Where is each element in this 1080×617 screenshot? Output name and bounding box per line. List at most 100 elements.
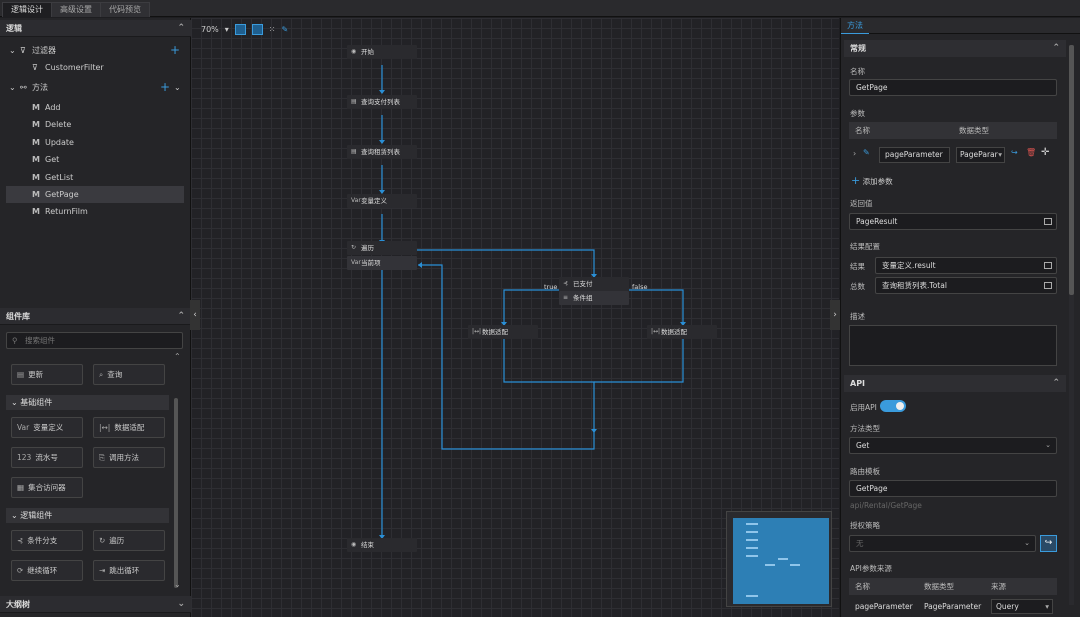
- route-input[interactable]: GetPage: [849, 480, 1057, 497]
- node-label: 开始: [361, 48, 374, 56]
- chevron-down-icon: ⌄: [1024, 539, 1030, 547]
- logic-section-title: 逻辑: [6, 24, 22, 33]
- logic-section-header[interactable]: 逻辑 ⌃: [0, 20, 191, 37]
- delete-icon[interactable]: 🗑: [1026, 148, 1036, 157]
- chevron-up-icon[interactable]: ⌃: [1052, 40, 1060, 57]
- chevron-up-icon[interactable]: ⌃: [1052, 375, 1060, 392]
- node-label: 数据适配: [661, 328, 687, 336]
- name-input[interactable]: GetPage: [849, 79, 1057, 96]
- minimap[interactable]: [726, 511, 832, 607]
- component-search-input[interactable]: ⚲ 搜索组件: [6, 332, 183, 349]
- tab-method[interactable]: 方法: [841, 18, 869, 34]
- tree-method[interactable]: ⌄ ⚯ 方法 + ⌄: [0, 79, 191, 96]
- chevron-down-icon[interactable]: ⌄: [177, 596, 185, 613]
- desc-textarea[interactable]: [849, 325, 1057, 366]
- tab-advanced-settings[interactable]: 高级设置: [51, 2, 101, 17]
- node-var-define[interactable]: Var 变量定义: [347, 194, 417, 208]
- node-label: 遍历: [361, 244, 374, 252]
- method-m-icon: M: [32, 137, 40, 147]
- basic-group-header[interactable]: ⌄ 基础组件: [6, 395, 169, 410]
- auth-select[interactable]: 无 ⌄: [849, 535, 1036, 552]
- method-type-select[interactable]: Get ⌄: [849, 437, 1057, 454]
- chevron-up-icon[interactable]: ⌃: [177, 20, 185, 37]
- chevron-up-icon[interactable]: ⌃: [174, 352, 181, 361]
- api-source-select[interactable]: Query ▾: [991, 599, 1053, 614]
- tab-logic-design[interactable]: 逻辑设计: [2, 2, 52, 17]
- collapse-left-button[interactable]: ‹: [190, 300, 200, 330]
- scrollbar-thumb[interactable]: [1069, 45, 1074, 295]
- node-condition-group[interactable]: ≡ 条件组: [559, 291, 629, 305]
- move-icon[interactable]: ✛: [1041, 147, 1049, 158]
- total-input[interactable]: 查询租赁列表.Total: [875, 277, 1057, 294]
- chevron-down-icon[interactable]: ⌄: [174, 580, 181, 589]
- add-param-button[interactable]: + 添加参数: [851, 174, 893, 187]
- chevron-down-icon[interactable]: ⌄: [11, 511, 20, 520]
- node-current-item[interactable]: Var 当前项: [347, 256, 417, 270]
- component-var-define[interactable]: Var 变量定义: [11, 417, 83, 438]
- method-item-get[interactable]: M Get: [6, 151, 184, 168]
- auth-link-button[interactable]: ↪: [1040, 535, 1057, 552]
- method-item-getlist[interactable]: M GetList: [6, 169, 184, 186]
- node-query-rentals[interactable]: ▤ 查询租赁列表: [347, 145, 417, 159]
- outline-section-header[interactable]: 大纲树 ⌄: [0, 596, 191, 613]
- component-continue[interactable]: ⟳ 继续循环: [11, 560, 83, 581]
- param-name-input[interactable]: pageParameter: [879, 147, 950, 163]
- var-icon: Var: [351, 197, 361, 204]
- component-call-method[interactable]: ⎘ 调用方法: [93, 447, 165, 468]
- components-section-header[interactable]: 组件库 ⌃: [0, 308, 191, 325]
- logic-group-header[interactable]: ⌄ 逻辑组件: [6, 508, 169, 523]
- add-method-icon[interactable]: +: [160, 79, 170, 96]
- component-collection[interactable]: ▦ 集合访问器: [11, 477, 83, 498]
- chevron-up-icon[interactable]: ⌃: [177, 308, 185, 325]
- edit-icon[interactable]: ✎: [863, 148, 870, 157]
- picker-icon[interactable]: [1044, 262, 1052, 269]
- desc-label: 描述: [850, 312, 865, 321]
- break-icon: ⇥: [99, 566, 106, 575]
- node-data-adapt-false[interactable]: |↔| 数据适配: [647, 325, 717, 339]
- result-input[interactable]: 变量定义.result: [875, 257, 1057, 274]
- general-section-header[interactable]: 常规 ⌃: [844, 40, 1066, 57]
- component-data-adapt[interactable]: |↔| 数据适配: [93, 417, 165, 438]
- method-item-add[interactable]: M Add: [6, 99, 184, 116]
- chevron-down-icon[interactable]: ⌄: [11, 398, 20, 407]
- param-type-select[interactable]: PageParar ▾: [956, 147, 1005, 163]
- method-item-returnfilm[interactable]: M ReturnFilm: [6, 203, 184, 220]
- tree-filter[interactable]: ⌄ ⊽ 过滤器 +: [0, 42, 191, 59]
- chevron-down-icon[interactable]: ⌄: [9, 42, 16, 59]
- picker-icon[interactable]: [1044, 218, 1052, 225]
- chevron-right-icon[interactable]: ›: [853, 149, 856, 158]
- logic-group-title: 逻辑组件: [20, 511, 53, 520]
- node-foreach[interactable]: ↻ 遍历: [347, 241, 417, 255]
- tree-filter-customer[interactable]: ⊽ CustomerFilter: [0, 59, 191, 76]
- component-serial[interactable]: 123 流水号: [11, 447, 83, 468]
- node-paid[interactable]: ⊰ 已支付: [559, 277, 629, 291]
- node-start[interactable]: ◉ 开始: [347, 45, 417, 59]
- method-icon: ⚯: [20, 83, 27, 92]
- api-section-header[interactable]: API ⌃: [844, 375, 1066, 392]
- chevron-down-icon[interactable]: ⌄: [174, 79, 181, 96]
- component-label: 流水号: [35, 453, 58, 462]
- method-item-delete[interactable]: M Delete: [6, 116, 184, 133]
- properties-scrollbar[interactable]: [1069, 45, 1074, 605]
- picker-icon[interactable]: [1044, 282, 1052, 289]
- enable-api-toggle[interactable]: [880, 400, 906, 412]
- components-scrollbar[interactable]: [174, 398, 178, 588]
- collapse-right-button[interactable]: ›: [830, 300, 840, 330]
- flow-canvas[interactable]: 70% ▾ ⁙ ✎ ◉ 开始 ▤ 查询支付列表 ▤ 查询租赁列表 Var 变量定…: [191, 18, 839, 617]
- return-input[interactable]: PageResult: [849, 213, 1057, 230]
- node-data-adapt-true[interactable]: |↔| 数据适配: [468, 325, 538, 339]
- node-query-payments[interactable]: ▤ 查询支付列表: [347, 95, 417, 109]
- method-item-getpage[interactable]: M GetPage: [6, 186, 184, 203]
- filter-label: 过滤器: [32, 46, 56, 55]
- component-condition[interactable]: ⊰ 条件分支: [11, 530, 83, 551]
- chevron-down-icon[interactable]: ⌄: [9, 79, 16, 96]
- component-foreach[interactable]: ↻ 遍历: [93, 530, 165, 551]
- tab-code-preview[interactable]: 代码预览: [100, 2, 150, 17]
- share-icon[interactable]: ↪: [1011, 148, 1018, 157]
- add-filter-icon[interactable]: +: [170, 42, 180, 59]
- method-item-update[interactable]: M Update: [6, 134, 184, 151]
- component-update[interactable]: ▤ 更新: [11, 364, 83, 385]
- component-query[interactable]: ⌕ 查询: [93, 364, 165, 385]
- node-end[interactable]: ◉ 结束: [347, 538, 417, 552]
- component-break[interactable]: ⇥ 跳出循环: [93, 560, 165, 581]
